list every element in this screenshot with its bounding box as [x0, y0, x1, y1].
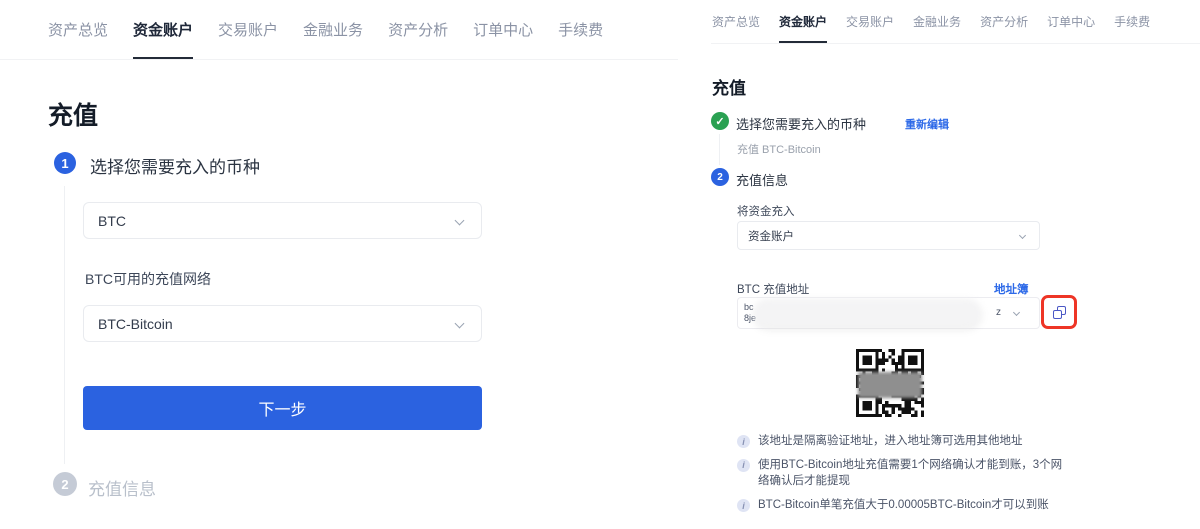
tab-asset-analysis[interactable]: 资产分析	[388, 0, 448, 59]
tab-asset-analysis[interactable]: 资产分析	[980, 0, 1028, 43]
step2-number-badge: 2	[711, 168, 729, 186]
next-step-button[interactable]: 下一步	[83, 386, 482, 430]
note-text: 该地址是隔离验证地址，进入地址簿可选用其他地址	[758, 433, 1066, 450]
tab-fees[interactable]: 手续费	[1114, 0, 1150, 43]
step1-summary: 充值 BTC-Bitcoin	[737, 141, 821, 157]
step1-label: 选择您需要充入的币种	[736, 114, 866, 133]
chevron-down-icon	[455, 319, 465, 329]
info-icon: i	[737, 459, 750, 472]
deposit-step2-page: 资产总览 资金账户 交易账户 金融业务 资产分析 订单中心 手续费 充值 ✓ 选…	[711, 0, 1200, 529]
deposit-address-select[interactable]: bc 8je z	[737, 297, 1040, 329]
note-text: BTC-Bitcoin单笔充值大于0.00005BTC-Bitcoin才可以到账	[758, 497, 1066, 514]
deposit-notes: i 该地址是隔离验证地址，进入地址簿可选用其他地址 i 使用BTC-Bitcoi…	[737, 433, 1066, 521]
chevron-down-icon	[455, 216, 465, 226]
address-blurred-region	[754, 299, 981, 327]
chevron-down-icon	[1013, 309, 1020, 316]
qr-blurred-region	[858, 372, 922, 398]
step2-label: 充值信息	[88, 475, 156, 500]
currency-select-value: BTC	[98, 213, 126, 229]
account-nav: 资产总览 资金账户 交易账户 金融业务 资产分析 订单中心 手续费	[0, 0, 678, 60]
tab-order-center[interactable]: 订单中心	[473, 0, 533, 59]
chevron-down-icon	[1019, 232, 1026, 239]
step2-number-badge: 2	[53, 472, 77, 496]
tab-trading-account[interactable]: 交易账户	[218, 0, 278, 59]
copy-button-highlight-annotation	[1041, 295, 1077, 329]
note-item: i 该地址是隔离验证地址，进入地址簿可选用其他地址	[737, 433, 1066, 450]
stepper-connector-line	[719, 134, 720, 165]
tab-trading-account[interactable]: 交易账户	[846, 0, 894, 43]
network-select[interactable]: BTC-Bitcoin	[83, 305, 482, 342]
network-select-value: BTC-Bitcoin	[98, 316, 173, 332]
note-text: 使用BTC-Bitcoin地址充值需要1个网络确认才能到账，3个网络确认后才能提…	[758, 457, 1066, 490]
tab-asset-overview[interactable]: 资产总览	[48, 0, 108, 59]
step1-done-check-icon: ✓	[711, 112, 729, 130]
re-edit-link[interactable]: 重新编辑	[905, 116, 949, 132]
stepper-connector-line	[64, 186, 65, 464]
deposit-address-label: BTC 充值地址	[737, 281, 809, 297]
copy-address-icon[interactable]	[1053, 306, 1066, 319]
tab-finance[interactable]: 金融业务	[913, 0, 961, 43]
step2-label: 充值信息	[736, 170, 788, 189]
info-icon: i	[737, 499, 750, 512]
tab-funding-account[interactable]: 资金账户	[133, 0, 193, 59]
account-nav: 资产总览 资金账户 交易账户 金融业务 资产分析 订单中心 手续费	[711, 0, 1200, 44]
address-end-text: z	[996, 307, 1001, 318]
page-title: 充值	[48, 96, 98, 132]
info-icon: i	[737, 435, 750, 448]
note-item: i BTC-Bitcoin单笔充值大于0.00005BTC-Bitcoin才可以…	[737, 497, 1066, 514]
deposit-qr-code	[856, 349, 924, 419]
tab-order-center[interactable]: 订单中心	[1047, 0, 1095, 43]
account-select-value: 资金账户	[748, 228, 794, 244]
tab-fees[interactable]: 手续费	[558, 0, 603, 59]
step1-number-badge: 1	[54, 152, 76, 174]
currency-select[interactable]: BTC	[83, 202, 482, 239]
note-item: i 使用BTC-Bitcoin地址充值需要1个网络确认才能到账，3个网络确认后才…	[737, 457, 1066, 490]
step1-label: 选择您需要充入的币种	[90, 153, 260, 178]
address-book-link[interactable]: 地址簿	[994, 281, 1029, 297]
deposit-to-label: 将资金充入	[737, 203, 795, 219]
account-select[interactable]: 资金账户	[737, 221, 1040, 250]
copy-icon-front-square	[1053, 310, 1062, 319]
page-title: 充值	[712, 74, 746, 99]
tab-funding-account[interactable]: 资金账户	[779, 0, 827, 43]
network-label: BTC可用的充值网络	[85, 269, 211, 289]
tab-asset-overview[interactable]: 资产总览	[712, 0, 760, 43]
deposit-step1-page: 资产总览 资金账户 交易账户 金融业务 资产分析 订单中心 手续费 充值 1 选…	[0, 0, 678, 529]
tab-finance[interactable]: 金融业务	[303, 0, 363, 59]
